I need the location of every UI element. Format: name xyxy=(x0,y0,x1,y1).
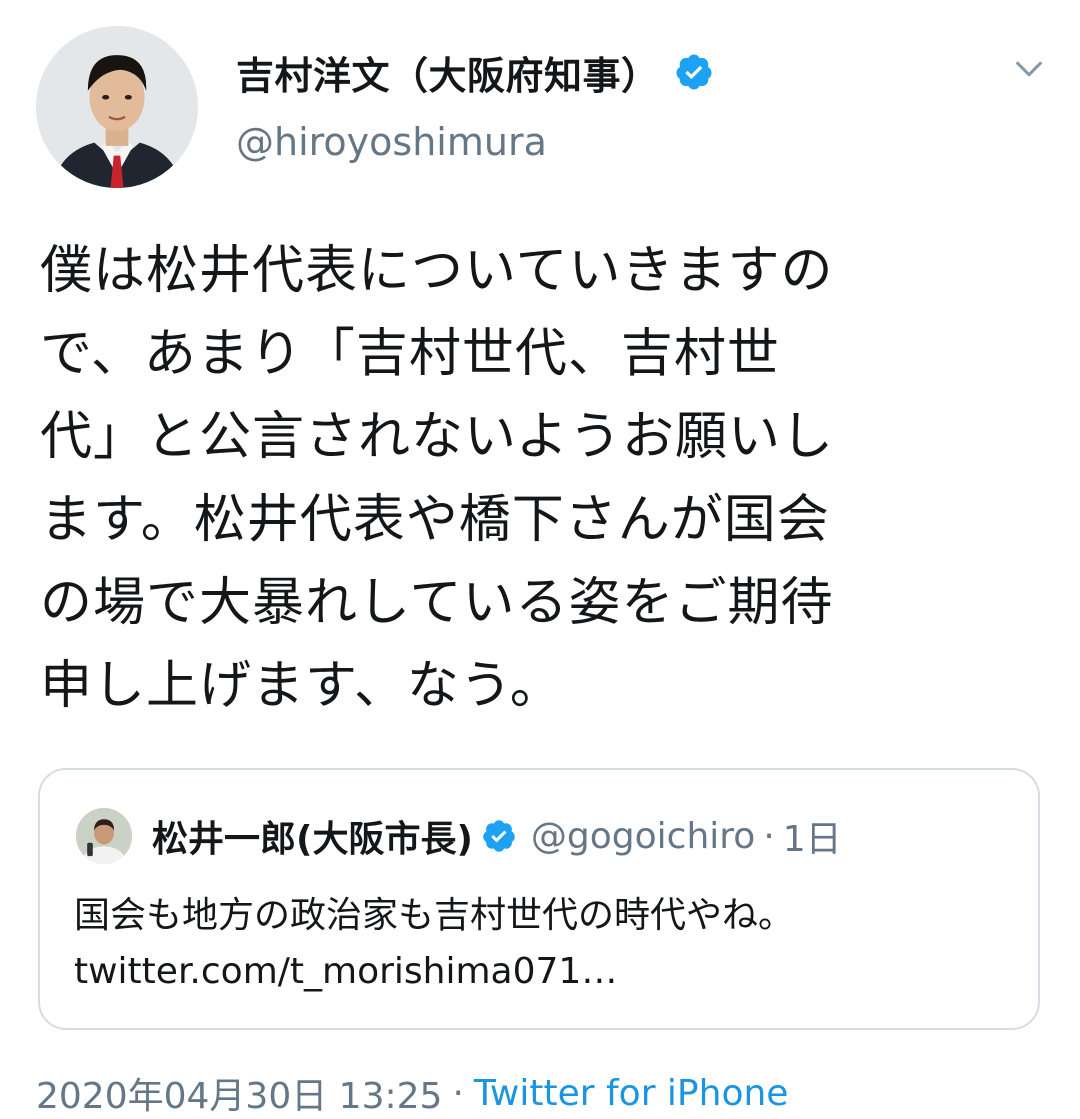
footer-separator: · xyxy=(452,1072,464,1114)
quoted-tweet-text: 国会も地方の政治家も吉村世代の時代やね。 twitter.com/t_moris… xyxy=(74,888,1014,1000)
tweet-text: 僕は松井代表についていきますの で、あまり「吉村世代、吉村世 代」と公言されない… xyxy=(40,230,1040,728)
tweet-footer: 2020年04月30日 13:25 · Twitter for iPhone xyxy=(36,1068,788,1118)
tweet-text-line: の場で大暴れしている姿をご期待 xyxy=(40,573,834,633)
verified-badge-icon xyxy=(483,820,515,852)
quoted-tweet-card[interactable]: 松井一郎(大阪市長) @gogoichiro · 1日 国会も地方の政治家も吉村… xyxy=(38,768,1040,1030)
tweet-timestamp[interactable]: 2020年04月30日 13:25 xyxy=(36,1067,442,1119)
verified-badge-icon xyxy=(676,54,712,90)
author-handle[interactable]: @hiroyoshimura xyxy=(236,120,547,164)
author-display-name[interactable]: 吉村洋文（大阪府知事） xyxy=(236,45,660,100)
tweet-source-link[interactable]: Twitter for iPhone xyxy=(474,1073,789,1114)
tweet-detail: 吉村洋文（大阪府知事） @hiroyoshimura 僕は松井代表についていきま… xyxy=(0,0,1080,1118)
quoted-display-name[interactable]: 松井一郎(大阪市長) xyxy=(152,810,473,862)
author-avatar-image xyxy=(36,26,198,188)
quoted-handle[interactable]: @gogoichiro xyxy=(531,816,755,857)
chevron-down-icon[interactable] xyxy=(1012,52,1046,86)
tweet-text-line: 申し上げます、なう。 xyxy=(40,656,563,716)
tweet-text-line: 僕は松井代表についていきますの xyxy=(40,241,834,301)
author-avatar[interactable] xyxy=(36,26,198,188)
tweet-text-line: で、あまり「吉村世代、吉村世 xyxy=(40,324,780,384)
quoted-link[interactable]: twitter.com/t_morishima071… xyxy=(74,944,1014,1000)
quoted-text-line: 国会も地方の政治家も吉村世代の時代やね。 xyxy=(74,895,795,936)
quoted-author-avatar-image xyxy=(76,808,132,864)
quoted-header: 松井一郎(大阪市長) @gogoichiro · 1日 xyxy=(152,808,842,864)
tweet-text-line: 代」と公言されないようお願いし xyxy=(40,407,834,467)
quoted-author-avatar[interactable] xyxy=(76,808,132,864)
tweet-text-line: ます。松井代表や橋下さんが国会 xyxy=(40,490,830,550)
quoted-separator: · xyxy=(763,815,775,857)
author-name-row[interactable]: 吉村洋文（大阪府知事） xyxy=(236,44,714,100)
quoted-time[interactable]: 1日 xyxy=(783,810,842,862)
